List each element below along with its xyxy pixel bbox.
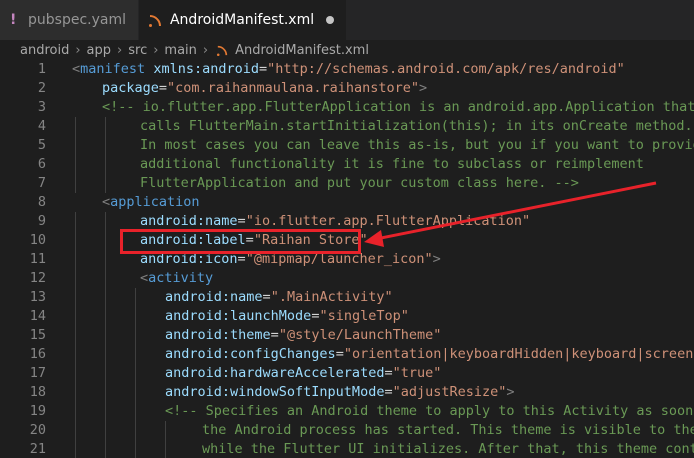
annotation-arrow-icon	[364, 181, 657, 247]
